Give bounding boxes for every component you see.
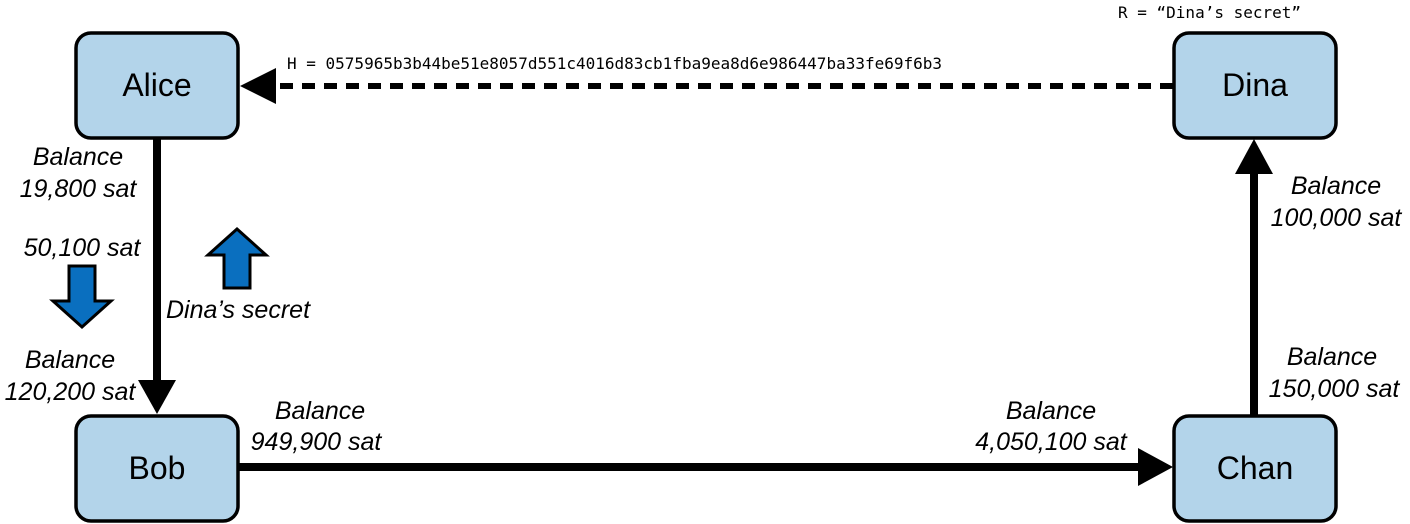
bob-chan-chan-balance-label: Balance bbox=[1006, 397, 1096, 425]
node-dina-label: Dina bbox=[1222, 67, 1288, 103]
secret-up-arrow-icon bbox=[204, 226, 270, 290]
node-bob: Bob bbox=[74, 414, 240, 523]
node-alice: Alice bbox=[74, 31, 240, 140]
dina-balance-label: Balance bbox=[1291, 172, 1381, 200]
alice-balance-label: Balance bbox=[33, 143, 123, 171]
bob-chan-chan-balance-value: 4,050,100 sat bbox=[975, 428, 1128, 456]
node-dina: Dina bbox=[1172, 31, 1338, 140]
node-chan: Chan bbox=[1172, 414, 1338, 523]
secret-flow-label: Dina’s secret bbox=[166, 296, 311, 324]
secret-label: R = “Dina’s secret” bbox=[1118, 3, 1301, 22]
payment-channel-diagram: Alice Dina Bob Chan H = 0575965b3b44be51… bbox=[5, 3, 1403, 523]
hash-label: H = 0575965b3b44be51e8057d551c4016d83cb1… bbox=[287, 54, 942, 73]
node-chan-label: Chan bbox=[1217, 450, 1294, 486]
chan-dina-arrow bbox=[1235, 139, 1273, 415]
bob-chan-bob-balance-label: Balance bbox=[275, 397, 365, 425]
payment-amount: 50,100 sat bbox=[24, 234, 142, 262]
chan-dina-chan-balance-label: Balance bbox=[1287, 343, 1377, 371]
payment-down-arrow-icon bbox=[49, 264, 115, 330]
alice-bob-arrow bbox=[138, 138, 176, 414]
dashed-hash-arrow bbox=[240, 68, 1173, 104]
dina-balance-value: 100,000 sat bbox=[1271, 204, 1403, 232]
alice-balance-value: 19,800 sat bbox=[20, 175, 138, 203]
node-alice-label: Alice bbox=[122, 67, 191, 103]
chan-dina-chan-balance-value: 150,000 sat bbox=[1269, 375, 1401, 403]
bob-balance-value: 120,200 sat bbox=[5, 378, 137, 406]
bob-balance-label: Balance bbox=[25, 346, 115, 374]
node-bob-label: Bob bbox=[129, 450, 186, 486]
bob-chan-bob-balance-value: 949,900 sat bbox=[251, 428, 383, 456]
